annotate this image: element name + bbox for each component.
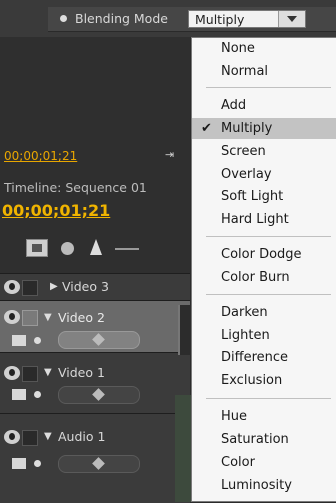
blending-mode-label: Blending Mode <box>75 11 168 26</box>
keyframe-dot-icon[interactable] <box>34 337 41 344</box>
menu-item-luminosity[interactable]: Luminosity <box>192 475 336 496</box>
bullet-icon <box>60 15 67 22</box>
menu-item-soft-light[interactable]: Soft Light <box>192 186 336 207</box>
top-bar: Blending Mode Multiply <box>0 0 336 37</box>
speaker-icon[interactable] <box>4 430 20 444</box>
timeline-panel: 00;00;01;21 ⇥ Timeline: Sequence 01 00;0… <box>0 37 190 503</box>
track-name: Video 1 <box>58 365 105 380</box>
set-marker-icon[interactable] <box>90 239 102 255</box>
collapse-arrow-icon[interactable]: ▼ <box>44 431 52 442</box>
menu-separator <box>206 87 331 88</box>
display-style-icon[interactable] <box>12 335 26 346</box>
lock-icon[interactable] <box>22 366 38 382</box>
collapse-arrow-icon[interactable]: ▼ <box>44 312 52 323</box>
keyframe-nav[interactable] <box>58 386 140 404</box>
chevron-down-icon[interactable] <box>278 11 305 27</box>
marker-icon[interactable] <box>61 242 74 255</box>
blending-mode-value: Multiply <box>195 12 245 27</box>
menu-item-color-dodge[interactable]: Color Dodge <box>192 244 336 265</box>
menu-item-none[interactable]: None <box>192 38 336 59</box>
keyframe-nav[interactable] <box>58 455 140 473</box>
menu-item-overlay[interactable]: Overlay <box>192 164 336 185</box>
menu-item-saturation[interactable]: Saturation <box>192 429 336 450</box>
menu-item-difference[interactable]: Difference <box>192 347 336 368</box>
zoom-line-icon <box>115 248 139 250</box>
menu-item-color[interactable]: Color <box>192 452 336 473</box>
eye-icon[interactable] <box>4 280 20 294</box>
menu-item-darken[interactable]: Darken <box>192 302 336 323</box>
track-name: Video 3 <box>62 279 109 294</box>
menu-item-screen[interactable]: Screen <box>192 141 336 162</box>
timeline-tools <box>0 234 190 264</box>
blending-mode-select[interactable]: Multiply <box>188 10 306 28</box>
timecode-top[interactable]: 00;00;01;21 <box>4 149 77 163</box>
menu-item-normal[interactable]: Normal <box>192 61 336 82</box>
menu-separator <box>206 236 331 237</box>
timecode-main[interactable]: 00;00;01;21 <box>2 201 110 220</box>
menu-separator <box>206 294 331 295</box>
track-name: Audio 1 <box>58 429 106 444</box>
track-video-3[interactable]: ▶ Video 3 <box>0 273 190 300</box>
display-style-icon[interactable] <box>12 389 26 400</box>
keyframe-dot-icon[interactable] <box>34 460 41 467</box>
lock-icon[interactable] <box>22 430 38 446</box>
timeline-tab-title[interactable]: Timeline: Sequence 01 <box>4 180 147 195</box>
track-video-2[interactable]: ▼ Video 2 <box>0 300 190 352</box>
eye-icon[interactable] <box>4 366 20 380</box>
lock-icon[interactable] <box>22 310 38 326</box>
blending-mode-menu: None Normal Add ✔ Multiply Screen Overla… <box>191 37 336 502</box>
menu-item-multiply[interactable]: ✔ Multiply <box>192 118 336 139</box>
timecode-top-glyph: ⇥ <box>165 148 175 161</box>
checkmark-icon: ✔ <box>201 121 212 136</box>
eye-icon[interactable] <box>4 310 20 324</box>
keyframe-dot-icon[interactable] <box>34 391 41 398</box>
snap-icon[interactable] <box>26 239 48 257</box>
track-audio-1[interactable]: ▼ Audio 1 <box>0 413 190 503</box>
display-style-icon[interactable] <box>12 458 26 469</box>
menu-item-lighten[interactable]: Lighten <box>192 325 336 346</box>
keyframe-nav[interactable] <box>58 331 140 349</box>
expand-arrow-icon[interactable]: ▶ <box>50 281 58 292</box>
menu-item-add[interactable]: Add <box>192 95 336 116</box>
track-video-1[interactable]: ▼ Video 1 <box>0 352 190 413</box>
menu-item-hard-light[interactable]: Hard Light <box>192 209 336 230</box>
menu-separator <box>206 398 331 399</box>
lock-icon[interactable] <box>22 280 38 296</box>
menu-item-exclusion[interactable]: Exclusion <box>192 370 336 391</box>
blending-mode-row: Blending Mode Multiply <box>48 7 336 32</box>
collapse-arrow-icon[interactable]: ▼ <box>44 367 52 378</box>
track-name: Video 2 <box>58 310 105 325</box>
menu-item-color-burn[interactable]: Color Burn <box>192 267 336 288</box>
menu-item-hue[interactable]: Hue <box>192 406 336 427</box>
